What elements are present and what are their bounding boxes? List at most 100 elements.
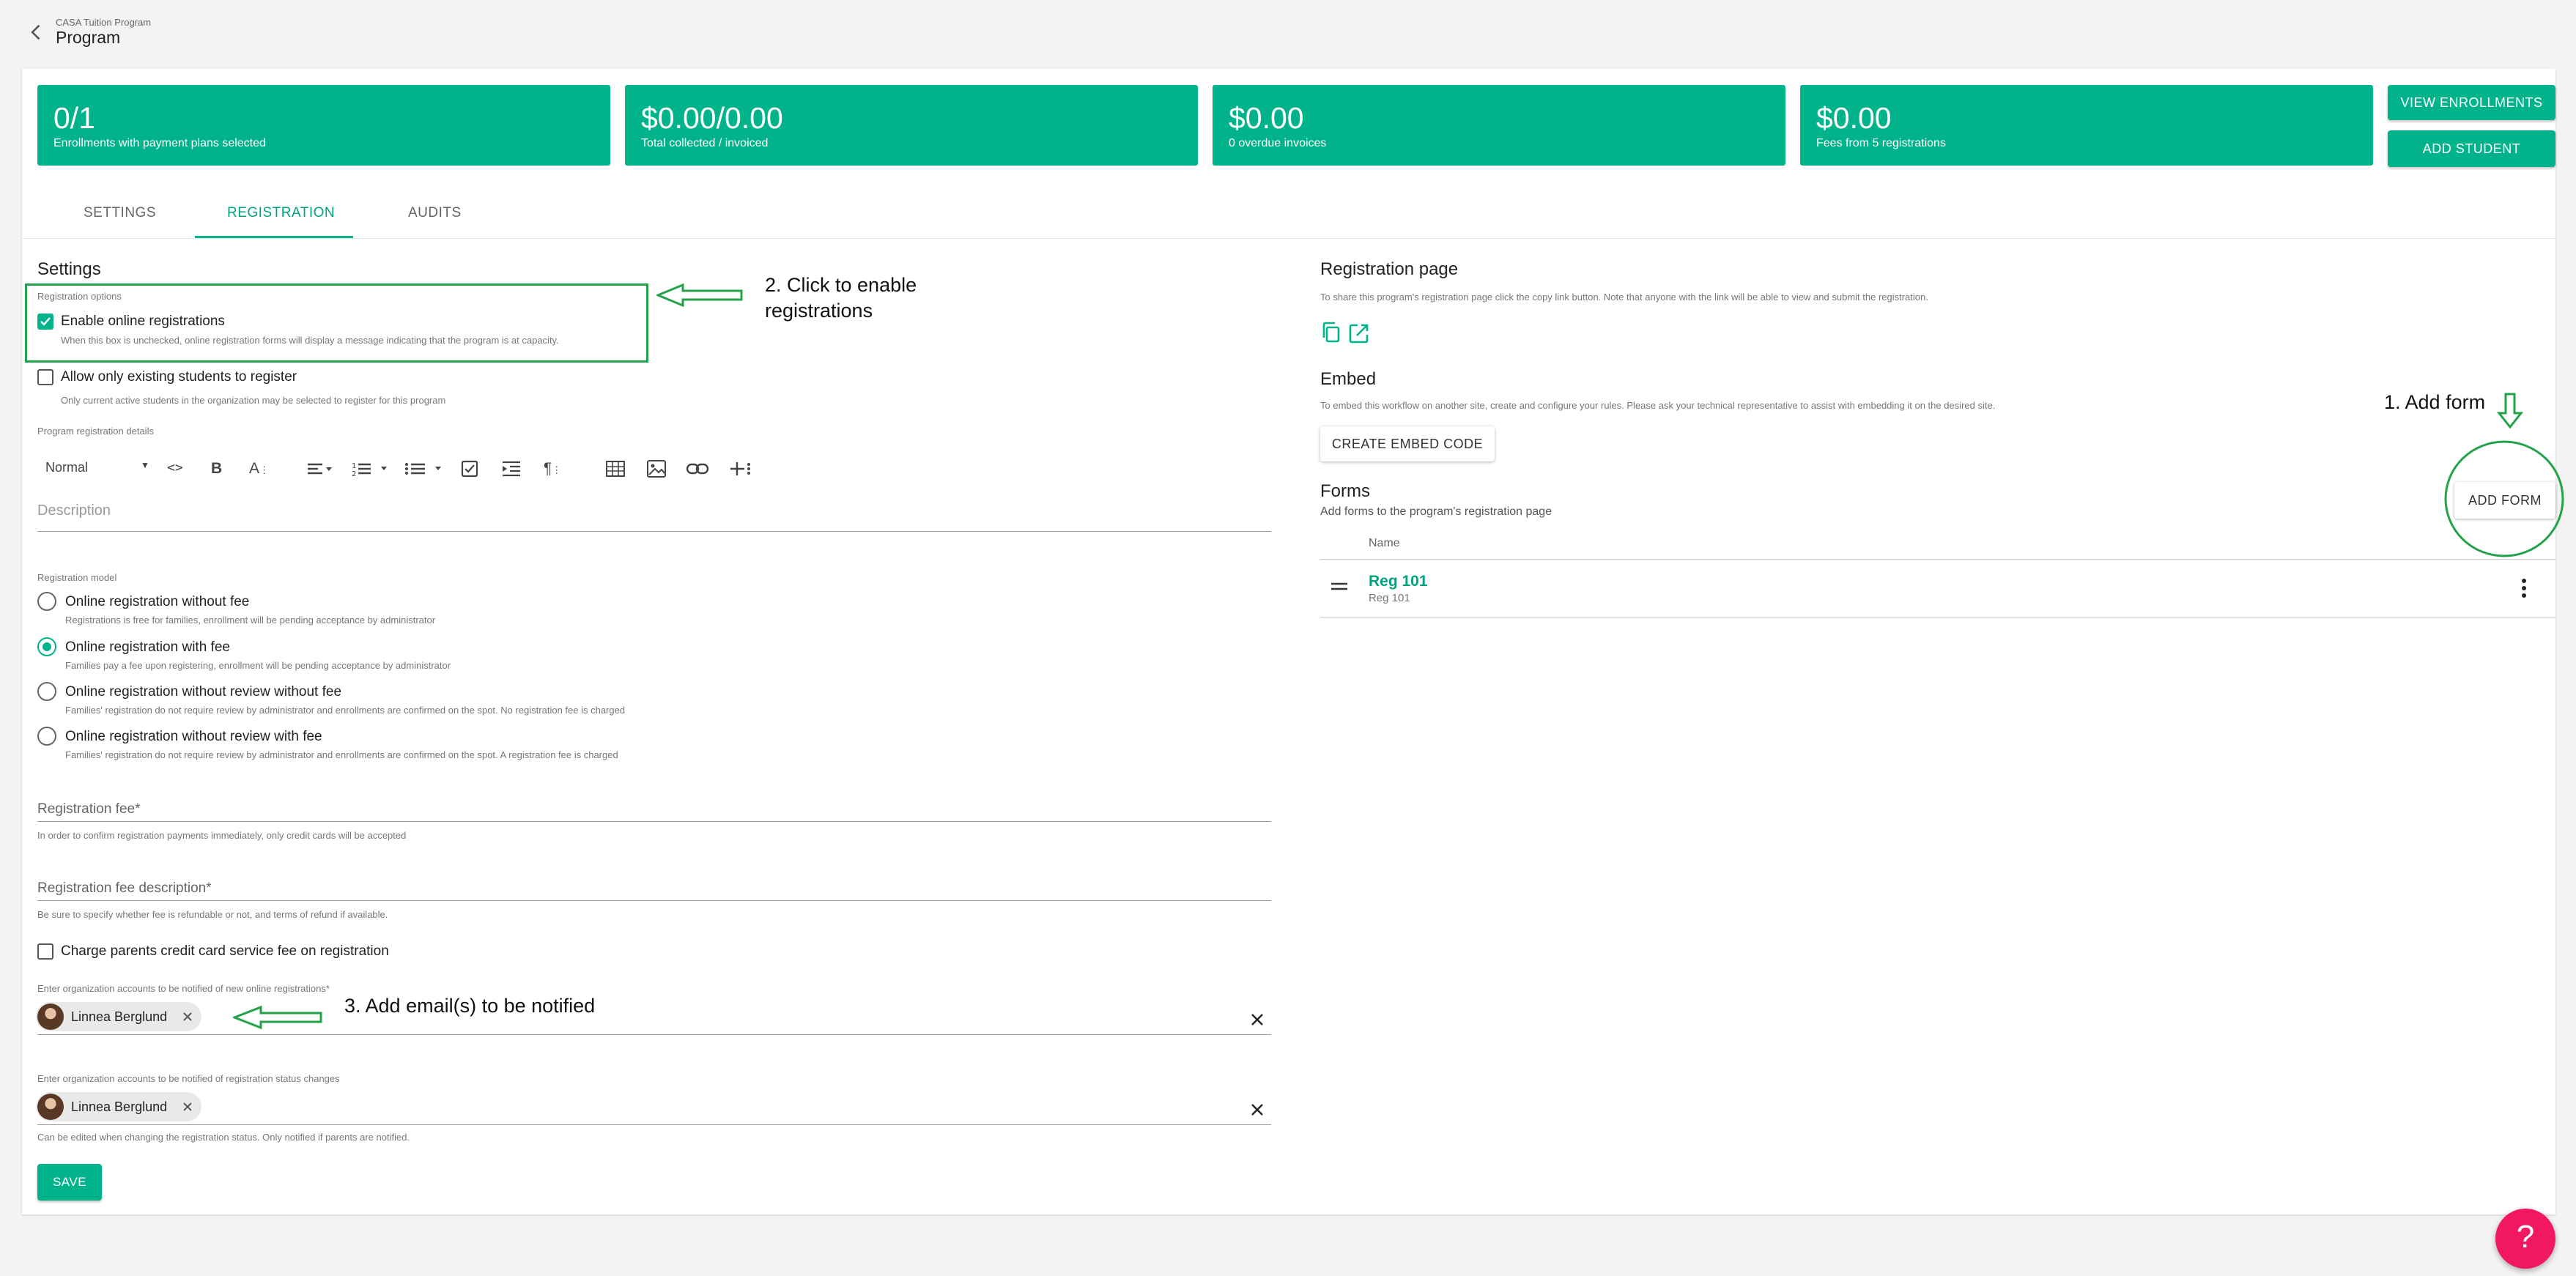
user-chip: Linnea Berglund: [36, 1092, 201, 1121]
stat-label: Enrollments with payment plans selected: [53, 137, 266, 149]
image-icon[interactable]: [646, 459, 667, 478]
stat-card-enrollments: 0/1 Enrollments with payment plans selec…: [37, 85, 610, 166]
stat-value: $0.00: [1816, 101, 1892, 135]
stat-value: $0.00: [1229, 101, 1304, 135]
tab-settings[interactable]: SETTINGS: [84, 205, 156, 221]
forms-heading: Forms: [1320, 481, 1370, 501]
insert-more-icon[interactable]: [728, 460, 752, 478]
font-size-icon[interactable]: A⋮: [249, 460, 269, 479]
add-student-button[interactable]: ADD STUDENT: [2388, 130, 2555, 167]
annotation-arrow-left-icon: [656, 283, 743, 308]
annotation-enable-line2: registrations: [765, 300, 873, 322]
chip-remove-icon[interactable]: [180, 1009, 195, 1024]
stat-value: $0.00/0.00: [641, 101, 783, 135]
svg-text:2: 2: [352, 470, 356, 478]
add-form-button[interactable]: ADD FORM: [2454, 482, 2555, 519]
existing-students-only-label: Allow only existing students to register: [61, 369, 297, 385]
embed-heading: Embed: [1320, 369, 1377, 389]
notify-status-underline: [37, 1124, 1271, 1125]
copy-link-icon[interactable]: [1320, 321, 1342, 344]
registration-fee-input[interactable]: Registration fee*: [37, 801, 140, 817]
view-enrollments-button[interactable]: VIEW ENROLLMENTS: [2388, 85, 2555, 120]
table-icon[interactable]: [605, 460, 626, 478]
annotation-enable-line1: 2. Click to enable: [765, 274, 917, 296]
breadcrumb[interactable]: CASA Tuition Program: [56, 17, 151, 28]
stat-label: Total collected / invoiced: [641, 137, 769, 149]
more-vert-icon[interactable]: [2520, 578, 2528, 598]
model-label: Online registration without review with …: [65, 729, 322, 744]
embed-help: To embed this workflow on another site, …: [1320, 400, 1996, 411]
registration-page-help: To share this program's registration pag…: [1320, 292, 1928, 303]
stat-card-fees: $0.00 Fees from 5 registrations: [1800, 85, 2373, 166]
stat-label: Fees from 5 registrations: [1816, 137, 1946, 149]
registration-fee-description-help: Be sure to specify whether fee is refund…: [37, 909, 388, 920]
chevron-down-icon: ▼: [141, 460, 149, 470]
active-tab-indicator: [195, 236, 353, 238]
model-help: Registrations is free for families, enro…: [65, 615, 436, 626]
chip-remove-icon[interactable]: [180, 1099, 195, 1114]
open-external-icon[interactable]: [1348, 322, 1370, 344]
annotation-arrow-left-icon: [233, 1005, 322, 1030]
radio-without-review-without-fee[interactable]: [37, 682, 56, 701]
model-help: Families' registration do not require re…: [65, 705, 626, 716]
svg-text:1: 1: [352, 462, 356, 470]
stat-value: 0/1: [53, 101, 95, 135]
chip-name: Linnea Berglund: [71, 1099, 168, 1114]
main-panel: [22, 69, 2555, 1214]
tab-audits[interactable]: AUDITS: [408, 205, 462, 221]
user-chip: Linnea Berglund: [36, 1002, 201, 1031]
notify-new-underline: [37, 1034, 1271, 1035]
stat-card-collected: $0.00/0.00 Total collected / invoiced: [625, 85, 1198, 166]
annotation-arrow-down-icon: [2497, 393, 2523, 429]
notify-new-label: Enter organization accounts to be notifi…: [37, 983, 330, 994]
save-button[interactable]: SAVE: [37, 1164, 102, 1201]
tab-registration[interactable]: REGISTRATION: [227, 205, 335, 221]
bullet-list-icon[interactable]: [404, 460, 445, 478]
radio-without-review-with-fee[interactable]: [37, 727, 56, 746]
registration-fee-description-input[interactable]: Registration fee description*: [37, 880, 212, 897]
registration-page-heading: Registration page: [1320, 259, 1459, 279]
clear-icon[interactable]: [1250, 1102, 1265, 1117]
avatar: [37, 1094, 64, 1120]
model-help: Families' registration do not require re…: [65, 749, 618, 760]
stat-label: 0 overdue invoices: [1229, 137, 1327, 149]
tabs-divider: [22, 238, 2555, 239]
service-fee-checkbox[interactable]: [37, 943, 53, 960]
stat-card-overdue: $0.00 0 overdue invoices: [1213, 85, 1785, 166]
description-underline: [37, 531, 1271, 532]
avatar: [37, 1004, 64, 1030]
back-arrow-icon[interactable]: [26, 22, 47, 42]
registration-fee-underline: [37, 821, 1271, 822]
existing-students-only-help: Only current active students in the orga…: [61, 395, 446, 406]
bold-icon[interactable]: B: [211, 460, 222, 479]
text-style-value: Normal: [45, 460, 89, 475]
clear-icon[interactable]: [1250, 1012, 1265, 1027]
radio-online-without-fee[interactable]: [37, 592, 56, 611]
text-style-select[interactable]: Normal ▼: [45, 460, 154, 479]
code-icon[interactable]: <>: [167, 460, 183, 479]
form-subtitle: Reg 101: [1369, 592, 1410, 604]
description-editor[interactable]: Description: [37, 502, 111, 519]
checklist-icon[interactable]: [460, 459, 479, 478]
link-icon[interactable]: [686, 461, 709, 476]
model-label: Online registration without review witho…: [65, 684, 342, 700]
model-label: Online registration without fee: [65, 594, 250, 609]
indent-icon[interactable]: [501, 460, 522, 478]
annotation-add-form: 1. Add form: [2384, 391, 2486, 413]
ordered-list-icon[interactable]: 12: [352, 460, 390, 478]
align-icon[interactable]: [306, 461, 333, 478]
registration-model-label: Registration model: [37, 572, 117, 583]
existing-students-only-checkbox[interactable]: [37, 369, 53, 385]
drag-handle-icon[interactable]: [1330, 581, 1348, 593]
model-label: Online registration with fee: [65, 639, 230, 655]
table-row[interactable]: Reg 101 Reg 101: [1320, 560, 2555, 617]
create-embed-code-button[interactable]: CREATE EMBED CODE: [1320, 426, 1495, 461]
help-button[interactable]: ?: [2495, 1209, 2555, 1269]
radio-online-with-fee[interactable]: [37, 637, 56, 656]
service-fee-label: Charge parents credit card service fee o…: [61, 943, 389, 959]
help-icon: ?: [2516, 1219, 2535, 1255]
annotation-highlight-box: [25, 283, 648, 363]
paragraph-icon[interactable]: ¶⋮: [544, 460, 561, 479]
form-title[interactable]: Reg 101: [1369, 573, 1428, 590]
annotation-emails: 3. Add email(s) to be notified: [344, 995, 596, 1017]
